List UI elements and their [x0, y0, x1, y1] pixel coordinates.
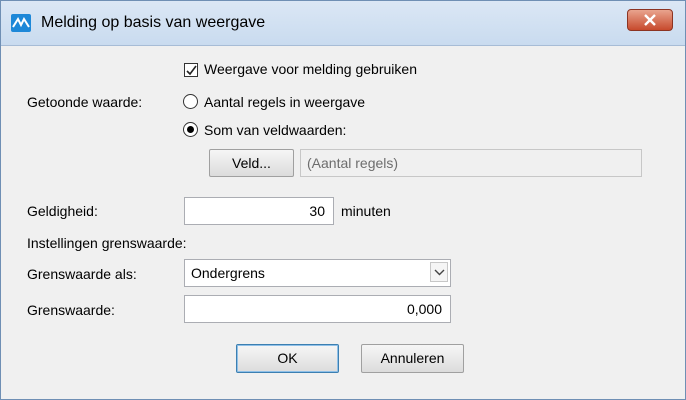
radio-field-sum-label[interactable]: Som van veldwaarden:: [204, 122, 346, 138]
chart-line-icon: [11, 14, 31, 32]
radio-row-count[interactable]: [183, 94, 198, 109]
validity-unit-label: minuten: [341, 203, 391, 219]
radio-field-sum[interactable]: [183, 122, 198, 137]
window-title: Melding op basis van weergave: [41, 14, 266, 31]
use-view-checkbox[interactable]: [184, 63, 198, 77]
validity-label: Geldigheid:: [27, 203, 98, 219]
close-icon: [644, 14, 656, 26]
threshold-value-input[interactable]: 0,000: [184, 295, 451, 323]
use-view-checkbox-label[interactable]: Weergave voor melding gebruiken: [204, 61, 417, 77]
close-button[interactable]: [627, 9, 673, 31]
threshold-type-label: Grenswaarde als:: [27, 266, 137, 282]
chevron-down-icon[interactable]: [430, 262, 448, 282]
validity-input[interactable]: 30: [184, 197, 334, 225]
dialog-content: Weergave voor melding gebruiken Getoonde…: [9, 46, 677, 393]
checkmark-icon: [186, 65, 197, 76]
threshold-type-dropdown[interactable]: Ondergrens: [184, 259, 451, 287]
field-value-input: (Aantal regels): [300, 149, 642, 177]
radio-row-count-label[interactable]: Aantal regels in weergave: [204, 94, 365, 110]
threshold-section-label: Instellingen grenswaarde:: [27, 235, 187, 251]
displayed-value-label: Getoonde waarde:: [27, 94, 143, 110]
cancel-button[interactable]: Annuleren: [361, 344, 464, 373]
title-bar[interactable]: Melding op basis van weergave: [1, 1, 685, 46]
dialog-window: Melding op basis van weergave Weergave v…: [0, 0, 686, 400]
ok-button[interactable]: OK: [236, 344, 339, 373]
field-button[interactable]: Veld...: [209, 149, 294, 177]
threshold-value-label: Grenswaarde:: [27, 302, 115, 318]
threshold-type-value: Ondergrens: [191, 265, 265, 281]
